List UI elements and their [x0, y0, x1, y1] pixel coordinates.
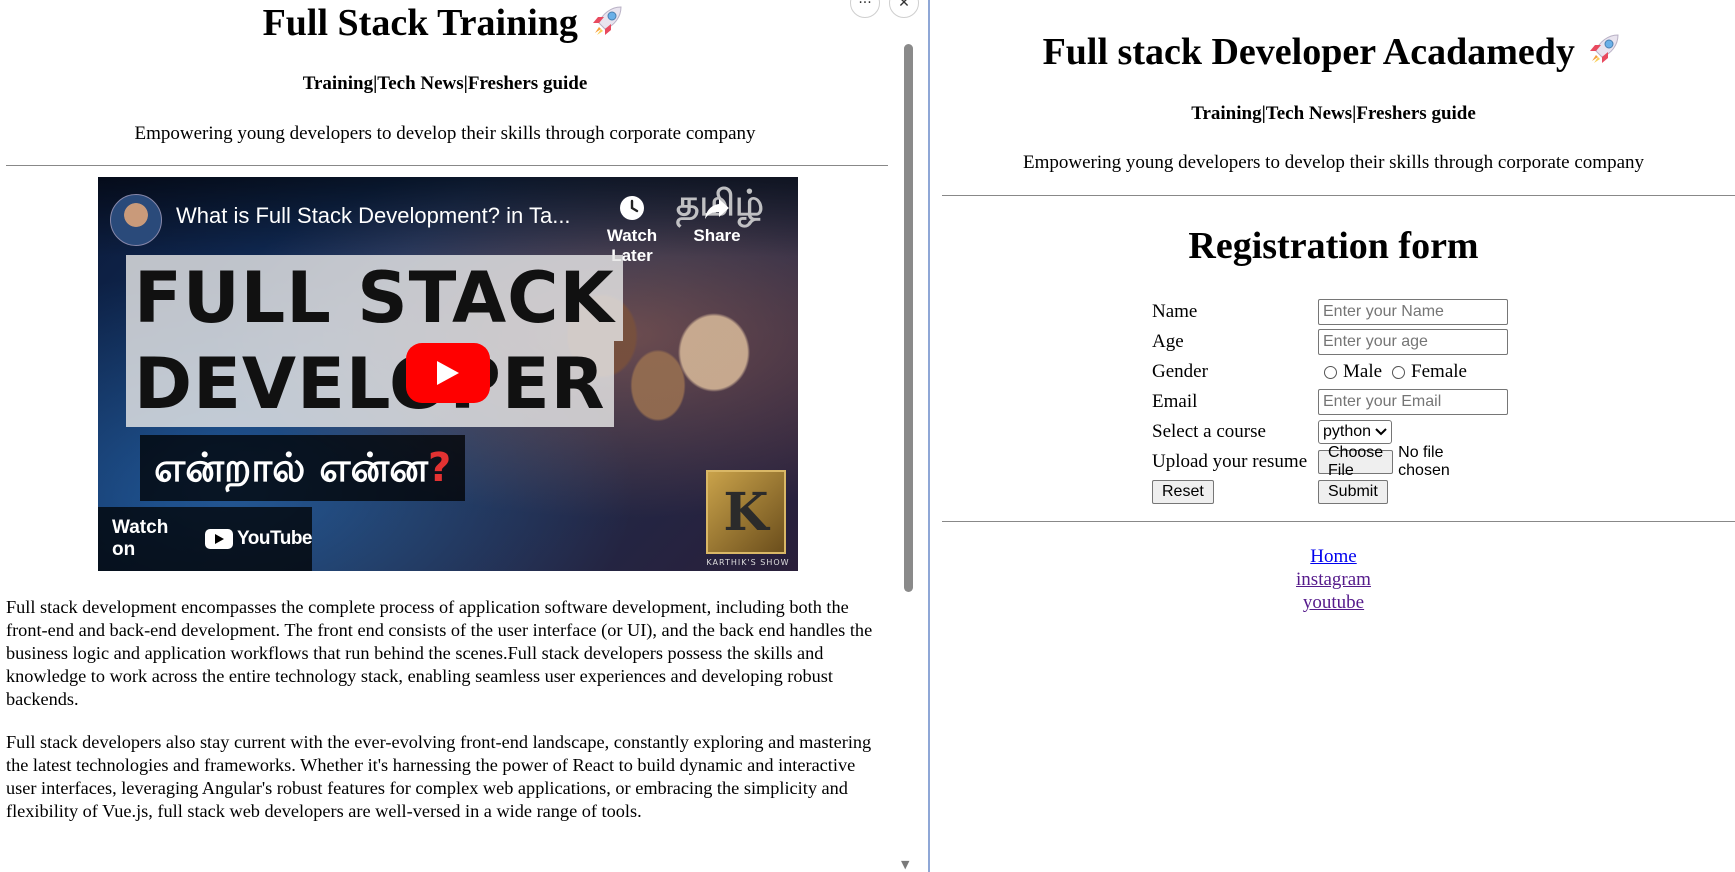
channel-avatar[interactable]	[110, 194, 162, 246]
watch-on-label: Watch on	[112, 517, 169, 560]
clock-icon	[620, 196, 644, 220]
thumbnail-headline-2: DEVELOPER	[126, 341, 614, 427]
youtube-link[interactable]: youtube	[930, 591, 1735, 614]
name-input[interactable]	[1318, 299, 1508, 325]
age-input[interactable]	[1318, 329, 1508, 355]
chevron-down-icon	[1375, 425, 1387, 439]
thumbnail-question-mark: ?	[428, 445, 452, 491]
divider	[942, 521, 1735, 522]
resume-label: Upload your resume	[1152, 451, 1308, 472]
video-title[interactable]: What is Full Stack Development? in Ta...	[176, 203, 571, 229]
nav-bar: Training|Tech News|Freshers guide	[302, 73, 588, 94]
more-icon: ···	[858, 0, 872, 11]
home-link[interactable]: Home	[930, 545, 1735, 568]
share-icon	[705, 199, 729, 219]
right-pane: Full stack Developer Acadamedy Training|…	[928, 0, 1735, 872]
watch-on-youtube-button[interactable]: Watch on YouTube	[98, 507, 312, 571]
youtube-logo: YouTube	[205, 528, 312, 550]
gender-label: Gender	[1152, 361, 1208, 382]
scroll-down-arrow-icon[interactable]: ▼	[901, 858, 909, 871]
channel-logo: K	[706, 470, 786, 554]
play-button[interactable]	[406, 343, 490, 403]
share-button[interactable]: Share	[682, 194, 752, 246]
choose-file-button[interactable]: Choose File	[1318, 444, 1394, 479]
no-file-chosen-text: No file chosen	[1398, 444, 1450, 479]
nav-bar: Training|Tech News|Freshers guide	[1191, 103, 1476, 124]
paragraph-1: Full stack development encompasses the c…	[6, 597, 873, 709]
rocket-icon	[1584, 29, 1624, 81]
reset-button[interactable]: Reset	[1152, 480, 1214, 504]
thumbnail-headline-3: என்றால் என்ன?	[140, 435, 466, 501]
instagram-link[interactable]: instagram	[930, 568, 1735, 591]
rocket-icon	[587, 1, 627, 52]
tagline: Empowering young developers to develop t…	[134, 123, 756, 144]
divider	[6, 165, 888, 166]
page-title: Full Stack Training	[0, 0, 890, 52]
academy-title: Full stack Developer Acadamedy	[930, 28, 1735, 81]
tagline: Empowering young developers to develop t…	[1022, 152, 1645, 173]
left-pane: Full Stack Training Training|Tech News|F…	[0, 0, 906, 872]
gender-female-radio[interactable]	[1392, 365, 1406, 379]
youtube-video-embed[interactable]: What is Full Stack Development? in Ta...…	[98, 177, 798, 571]
course-selected-value: python	[1323, 423, 1372, 440]
course-label: Select a course	[1152, 421, 1266, 442]
youtube-logo-icon	[205, 529, 234, 549]
email-label: Email	[1152, 391, 1198, 412]
youtube-logo-text: YouTube	[237, 528, 312, 549]
thumbnail-headline-3-text: என்றால் என்ன	[154, 445, 429, 491]
submit-button[interactable]: Submit	[1318, 480, 1388, 504]
thumbnail-headline-1: FULL STACK	[126, 255, 623, 341]
divider	[942, 195, 1735, 196]
close-icon: ✕	[898, 0, 910, 11]
footer-links: Home instagram youtube	[930, 545, 1735, 614]
page-title-text: Full Stack Training	[262, 2, 578, 44]
age-label: Age	[1152, 331, 1184, 352]
play-icon	[437, 361, 459, 385]
gender-male-label[interactable]: Male	[1343, 361, 1382, 383]
scrollbar-thumb[interactable]	[904, 44, 913, 592]
share-label: Share	[693, 226, 741, 245]
academy-title-text: Full stack Developer Acadamedy	[1042, 31, 1575, 73]
channel-caption: KARTHIK'S SHOW	[706, 558, 790, 567]
name-label: Name	[1152, 301, 1198, 322]
email-input[interactable]	[1318, 389, 1508, 415]
form-title: Registration form	[1188, 225, 1479, 267]
gender-male-radio[interactable]	[1324, 365, 1337, 379]
course-select[interactable]: python	[1318, 420, 1393, 444]
paragraph-2: Full stack developers also stay current …	[6, 732, 872, 821]
gender-female-label[interactable]: Female	[1411, 361, 1467, 383]
